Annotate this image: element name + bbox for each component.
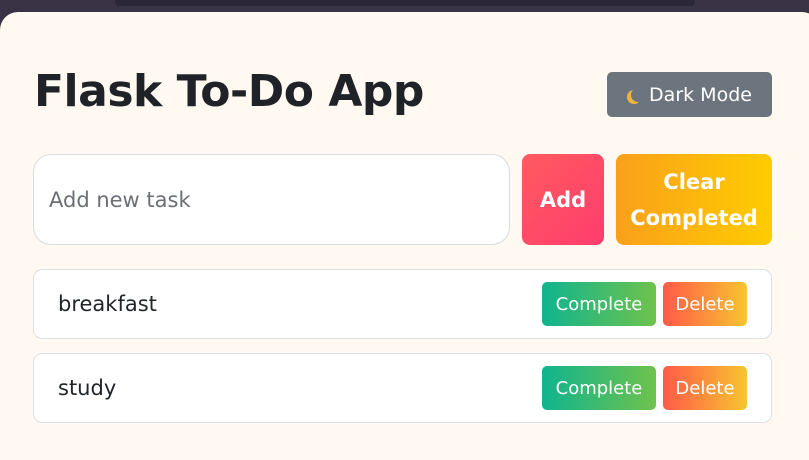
add-task-button[interactable]: Add — [522, 154, 604, 245]
browser-top-strip — [115, 0, 695, 6]
clear-completed-button[interactable]: Clear Completed — [616, 154, 772, 245]
task-list: breakfast Complete Delete study Complete… — [33, 269, 772, 437]
dark-mode-label: Dark Mode — [649, 83, 752, 106]
task-text: breakfast — [58, 292, 157, 316]
complete-task-button[interactable]: Complete — [542, 282, 656, 326]
delete-task-button[interactable]: Delete — [663, 366, 747, 410]
page-title: Flask To-Do App — [34, 66, 424, 117]
app-card: Flask To-Do App Dark Mode Add Clear Comp… — [0, 12, 809, 460]
dark-mode-button[interactable]: Dark Mode — [607, 72, 772, 117]
task-text: study — [58, 376, 117, 400]
delete-task-button[interactable]: Delete — [663, 282, 747, 326]
crescent-moon-icon — [631, 88, 645, 102]
new-task-input[interactable] — [33, 154, 510, 245]
task-item: study Complete Delete — [33, 353, 772, 423]
task-item: breakfast Complete Delete — [33, 269, 772, 339]
complete-task-button[interactable]: Complete — [542, 366, 656, 410]
